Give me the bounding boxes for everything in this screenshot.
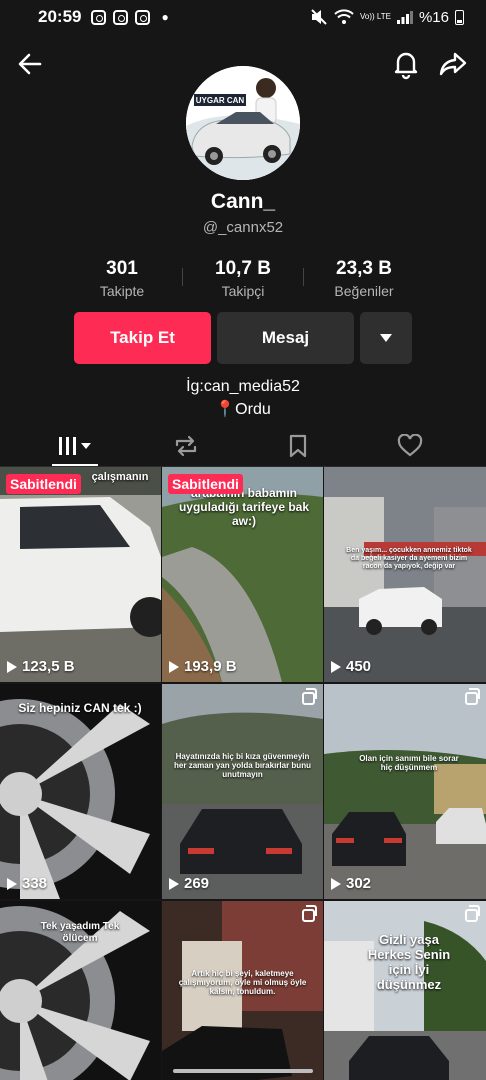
arrow-left-icon[interactable] (14, 48, 46, 80)
stat-label: Beğeniler (334, 283, 394, 299)
stat-value: 10,7 B (215, 258, 271, 279)
view-count: 269 (169, 875, 209, 892)
videos-grid-icon (59, 437, 91, 455)
play-icon (7, 660, 17, 673)
tab-reposts[interactable] (166, 431, 206, 461)
view-count: 338 (7, 875, 47, 892)
avatar[interactable]: UYGAR CAN (186, 66, 300, 180)
video-thumbnail[interactable]: arabamın babamın uyguladığı tarifeye bak… (162, 467, 323, 682)
caret-down-icon (380, 334, 392, 342)
battery-icon (455, 9, 464, 25)
video-thumbnail[interactable]: Olan için sanımı bile sorar hiç düşünmem… (324, 684, 486, 899)
video-caption: Hayatınızda hiç bi kıza güvenmeyin her z… (174, 752, 311, 780)
share-icon[interactable] (437, 48, 469, 80)
stat-label: Takipçi (221, 283, 265, 299)
view-count: 123,5 B (7, 658, 75, 675)
video-caption: Tek yaşadım Tek ölücem (40, 921, 120, 944)
carousel-icon (465, 905, 480, 922)
signal-icon (396, 11, 413, 24)
more-notifications-icon: ● (161, 10, 169, 24)
video-caption: Ben yaşım... çocukken annemiz tiktok da … (346, 547, 472, 571)
network-label: Vo)) LTE (359, 12, 391, 21)
view-count: 302 (331, 875, 371, 892)
view-count-label: 450 (346, 658, 372, 675)
more-options-button[interactable] (360, 312, 412, 364)
bio-line: İg:can_media52 (186, 378, 300, 395)
stat-label: Takipte (99, 283, 145, 299)
follow-button[interactable]: Takip Et (74, 312, 211, 364)
tab-favorites[interactable] (278, 431, 318, 461)
tab-videos[interactable] (55, 431, 95, 461)
carousel-icon (465, 688, 480, 705)
view-count-label: 123,5 B (22, 658, 75, 675)
carousel-icon (302, 688, 317, 705)
play-icon (331, 877, 341, 890)
pinned-badge: Sabitlendi (6, 474, 81, 494)
message-button[interactable]: Mesaj (217, 312, 354, 364)
play-icon (7, 877, 17, 890)
video-grid: çalışmanın Sabitlendi 123,5 B arabamın b… (0, 467, 486, 1080)
view-count-label: 338 (22, 875, 48, 892)
heart-icon (397, 434, 423, 457)
video-thumbnail[interactable]: Siz hepiniz CAN tek :) 338 (0, 684, 161, 899)
stat-value: 23,3 B (336, 258, 392, 279)
view-count-label: 193,9 B (184, 658, 237, 675)
video-thumbnail[interactable]: Gizli yaşa Herkes Senin için İyi düşünme… (324, 901, 486, 1080)
play-icon (331, 660, 341, 673)
status-bar: 20:59 ● Vo)) LTE %16 (0, 0, 486, 34)
stat-value: 301 (106, 258, 138, 279)
profile-name: Cann_ (210, 190, 276, 213)
play-icon (169, 877, 179, 890)
repost-icon (175, 435, 197, 457)
video-caption: Siz hepiniz CAN tek :) (18, 701, 142, 715)
bell-icon[interactable] (390, 48, 422, 80)
profile-handle: @_cannx52 (202, 219, 284, 236)
instagram-icon (113, 9, 129, 25)
video-thumbnail[interactable]: Hayatınızda hiç bi kıza güvenmeyin her z… (162, 684, 323, 899)
bookmark-icon (289, 434, 307, 458)
view-count: 450 (331, 658, 371, 675)
video-caption: Olan için sanımı bile sorar hiç düşünmem (359, 754, 459, 773)
tab-liked[interactable] (390, 431, 430, 461)
stat-likes[interactable]: 23,3 B Beğeniler (304, 258, 424, 299)
battery-percent: %16 (418, 8, 449, 26)
wifi-icon (334, 9, 354, 24)
carousel-icon (302, 905, 317, 922)
home-indicator[interactable] (173, 1069, 313, 1073)
mute-icon (311, 9, 327, 25)
bio-location: 📍Ordu (215, 401, 271, 418)
stat-following[interactable]: 301 Takipte (62, 258, 182, 299)
video-caption: Gizli yaşa Herkes Senin için İyi düşünme… (367, 932, 451, 992)
profile-tabs (0, 425, 486, 467)
profile-stats: 301 Takipte 10,7 B Takipçi 23,3 B Beğeni… (0, 258, 486, 299)
pinned-badge: Sabitlendi (168, 474, 243, 494)
status-time: 20:59 (38, 7, 82, 26)
active-tab-indicator (52, 464, 98, 466)
avatar-logo-text: UYGAR CAN (196, 96, 245, 105)
view-count-label: 302 (346, 875, 372, 892)
video-caption: çalışmanın (91, 471, 149, 483)
video-thumbnail[interactable]: Ben yaşım... çocukken annemiz tiktok da … (324, 467, 486, 682)
instagram-icon (135, 9, 151, 25)
play-icon (169, 660, 179, 673)
video-caption: Artık hiç bi şeyi, kaletmeye çalışmıyoru… (178, 969, 307, 997)
view-count: 193,9 B (169, 658, 237, 675)
instagram-icon (91, 9, 107, 25)
view-count-label: 269 (184, 875, 210, 892)
stat-followers[interactable]: 10,7 B Takipçi (183, 258, 303, 299)
video-thumbnail[interactable]: Tek yaşadım Tek ölücem (0, 901, 161, 1080)
profile-actions: Takip Et Mesaj (74, 312, 412, 364)
video-thumbnail[interactable]: çalışmanın Sabitlendi 123,5 B (0, 467, 161, 682)
video-thumbnail[interactable]: Artık hiç bi şeyi, kaletmeye çalışmıyoru… (162, 901, 323, 1080)
